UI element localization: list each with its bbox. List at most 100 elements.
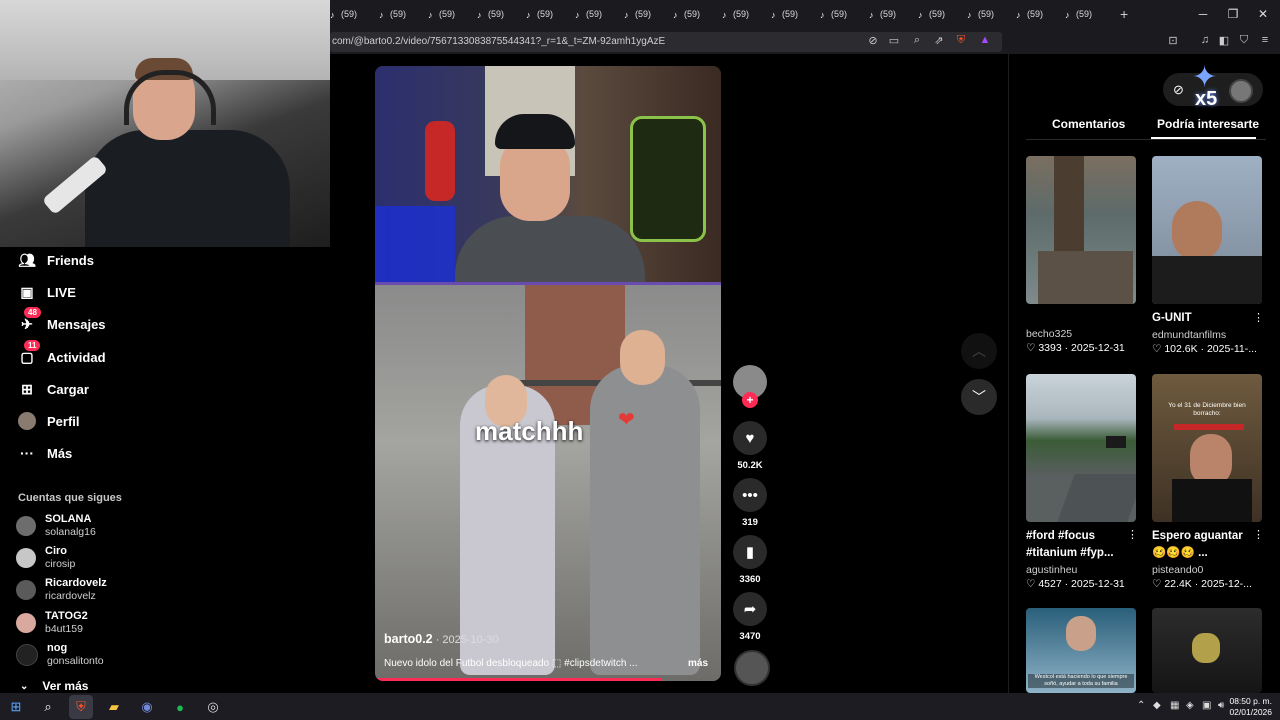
file-explorer-icon[interactable]: ▰ bbox=[102, 695, 126, 719]
browser-tab[interactable]: ♪ (59) bbox=[379, 0, 416, 28]
tray-app-icon[interactable]: ◆ bbox=[1153, 700, 1161, 711]
video-thumbnail[interactable] bbox=[1152, 156, 1262, 304]
browser-tab[interactable]: ♪ (59) bbox=[428, 0, 465, 28]
previous-video-button[interactable]: ︿ bbox=[961, 333, 997, 369]
browser-tab[interactable]: ♪ (59) bbox=[918, 0, 955, 28]
browser-tab[interactable]: ♪ (59) bbox=[820, 0, 857, 28]
comment-action[interactable]: ••• 319 bbox=[733, 478, 767, 528]
recommended-video-card[interactable]: G-UNIT edmundtanfilms ♡ 102.6K · 2025-11… bbox=[1152, 156, 1262, 355]
video-thumbnail[interactable] bbox=[1152, 608, 1262, 693]
system-clock[interactable]: 08:50 p. m. 02/01/2026 bbox=[1229, 696, 1272, 718]
sidebar-item-label: LIVE bbox=[47, 284, 76, 300]
media-icon[interactable]: ♫ bbox=[1198, 34, 1212, 48]
obs-icon[interactable]: ◎ bbox=[201, 695, 225, 719]
video-author[interactable]: barto0.2 · 2025-10-30 bbox=[384, 632, 499, 646]
chevron-down-icon: ﹀ bbox=[972, 389, 986, 405]
tab-comentarios[interactable]: Comentarios bbox=[1052, 117, 1125, 131]
browser-tab[interactable]: ♪ (59) bbox=[330, 0, 367, 28]
browser-tab[interactable]: ♪ (59) bbox=[477, 0, 514, 28]
save-count: 3360 bbox=[739, 574, 761, 585]
screenshot-icon[interactable]: ▭ bbox=[887, 34, 901, 48]
browser-tab[interactable]: ♪ (59) bbox=[624, 0, 661, 28]
more-options-icon[interactable]: ⋮ bbox=[1253, 311, 1264, 324]
sidebar-icon[interactable]: ◧ bbox=[1217, 34, 1231, 48]
sidebar-item-mas[interactable]: ··· Más bbox=[18, 441, 72, 465]
zoom-icon[interactable]: ⌕ bbox=[910, 34, 924, 48]
vpn-icon[interactable]: ⛉ bbox=[1237, 34, 1251, 48]
following-account[interactable]: Ciro cirosip bbox=[16, 543, 75, 573]
sidebar-item-live[interactable]: ▣ LIVE bbox=[18, 280, 76, 304]
like-action[interactable]: ♥ 50.2K bbox=[733, 421, 767, 471]
browser-tab[interactable]: ♪ (59) bbox=[771, 0, 808, 28]
close-icon[interactable]: ✕ bbox=[1248, 0, 1278, 28]
sidebar-item-actividad[interactable]: ▢ 11 Actividad bbox=[18, 340, 106, 369]
browser-tab[interactable]: ♪ (59) bbox=[1065, 0, 1102, 28]
recommended-video-card[interactable]: ⋮ becho325 ♡ 3393 · 2025-12-31 bbox=[1026, 156, 1136, 471]
following-account[interactable]: nog gonsalitonto bbox=[16, 640, 104, 670]
menu-icon[interactable]: ≡ bbox=[1258, 34, 1272, 48]
card-title: #ford #focus bbox=[1026, 530, 1096, 542]
reader-mode-icon[interactable]: ⊘ bbox=[866, 34, 880, 48]
tiktok-icon: ♪ bbox=[575, 9, 580, 20]
discord-icon[interactable]: ◉ bbox=[135, 695, 159, 719]
browser-tab[interactable]: ♪ (59) bbox=[869, 0, 906, 28]
sidebar-item-friends[interactable]: 👥︎ Friends bbox=[18, 248, 94, 272]
sound-disc-icon[interactable] bbox=[734, 650, 770, 686]
share-action[interactable]: ➦ 3470 bbox=[733, 592, 767, 642]
minimize-icon[interactable]: ─ bbox=[1188, 0, 1218, 28]
tab-label: (59) bbox=[1027, 9, 1044, 19]
video-thumbnail[interactable] bbox=[1026, 156, 1136, 304]
video-thumbnail[interactable] bbox=[1026, 374, 1136, 522]
see-more-button[interactable]: ⌄ Ver más bbox=[20, 679, 88, 693]
video-player[interactable]: matchhh ❤ barto0.2 · 2025-10-30 Nuevo id… bbox=[375, 66, 721, 681]
search-icon[interactable]: ⌕ bbox=[36, 695, 60, 719]
new-tab-button[interactable]: + bbox=[1120, 6, 1128, 22]
tray-app-icon[interactable]: ▣ bbox=[1202, 700, 1211, 711]
windows-start-icon[interactable]: ⊞ bbox=[4, 695, 28, 719]
brave-browser-icon[interactable]: ⛨ bbox=[69, 695, 93, 719]
wallet-icon[interactable]: ⊡ bbox=[1166, 34, 1180, 48]
following-account[interactable]: SOLANA solanalg16 bbox=[16, 511, 96, 541]
url-field[interactable]: com/@barto0.2/video/7567133083875544341?… bbox=[330, 32, 1002, 52]
more-options-icon[interactable]: ⋮ bbox=[1127, 528, 1138, 541]
video-thumbnail[interactable]: Westcol está haciendo lo que siempre soñ… bbox=[1026, 608, 1136, 693]
browser-tab[interactable]: ♪ (59) bbox=[673, 0, 710, 28]
save-action[interactable]: ▮ 3360 bbox=[733, 535, 767, 585]
share-arrow-icon[interactable]: ➦ bbox=[733, 592, 767, 626]
network-icon[interactable]: ▦ bbox=[1170, 700, 1179, 711]
video-thumbnail[interactable]: Yo el 31 de Diciembre bien borracho: bbox=[1152, 374, 1262, 522]
video-overlay-text: matchhh bbox=[475, 416, 584, 446]
more-button[interactable]: más bbox=[688, 658, 708, 669]
follow-button[interactable]: + bbox=[742, 392, 758, 408]
sidebar-item-mensajes[interactable]: ✈ 48 Mensajes bbox=[18, 307, 106, 336]
browser-tab[interactable]: ♪ (59) bbox=[722, 0, 759, 28]
tab-podria-interesarte[interactable]: Podría interesarte bbox=[1157, 117, 1259, 131]
user-avatar[interactable] bbox=[1229, 79, 1253, 103]
share-icon[interactable]: ⇗ bbox=[932, 34, 946, 48]
brave-shield-icon[interactable]: ⛨ bbox=[954, 34, 968, 48]
bookmark-icon[interactable]: ▮ bbox=[733, 535, 767, 569]
next-video-button[interactable]: ﹀ bbox=[961, 379, 997, 415]
browser-tab[interactable]: ♪ (59) bbox=[526, 0, 563, 28]
volume-icon[interactable]: 🔊︎ bbox=[1218, 700, 1224, 711]
video-progress-bar[interactable] bbox=[375, 678, 663, 681]
timer-icon[interactable]: ⊘ bbox=[1173, 82, 1184, 98]
recommended-video-card[interactable]: Yo el 31 de Diciembre bien borracho: Esp… bbox=[1152, 374, 1262, 590]
restore-icon[interactable]: ❐ bbox=[1218, 0, 1248, 28]
sidebar-item-perfil[interactable]: Perfil bbox=[18, 409, 80, 433]
following-account[interactable]: TATOG2 b4ut159 bbox=[16, 608, 88, 638]
account-handle: cirosip bbox=[45, 558, 76, 570]
tray-app-icon[interactable]: ◈ bbox=[1186, 700, 1194, 711]
more-options-icon[interactable]: ⋮ bbox=[1253, 528, 1264, 541]
spotify-icon[interactable]: ● bbox=[168, 695, 192, 719]
comment-icon[interactable]: ••• bbox=[733, 478, 767, 512]
browser-tab[interactable]: ♪ (59) bbox=[1016, 0, 1053, 28]
sidebar-item-cargar[interactable]: ⊞ Cargar bbox=[18, 377, 89, 401]
browser-tab[interactable]: ♪ (59) bbox=[967, 0, 1004, 28]
heart-icon[interactable]: ♥ bbox=[733, 421, 767, 455]
browser-tab[interactable]: ♪ (59) bbox=[575, 0, 612, 28]
following-account[interactable]: Ricardovelz ricardovelz bbox=[16, 575, 107, 605]
tray-chevron-icon[interactable]: ⌃ bbox=[1137, 700, 1145, 711]
recommended-video-card[interactable]: #ford #focus #titanium #fyp... agustinhe… bbox=[1026, 374, 1136, 590]
brave-rewards-icon[interactable]: ▲ bbox=[978, 34, 992, 48]
